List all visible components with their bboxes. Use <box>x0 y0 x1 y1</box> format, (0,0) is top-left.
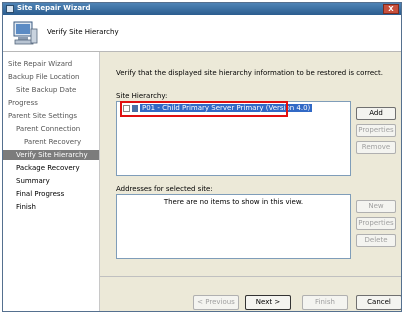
cancel-button[interactable]: Cancel <box>356 295 401 310</box>
app-icon <box>6 5 14 13</box>
step-site-backup-date: Site Backup Date <box>16 86 77 94</box>
delete-address-button[interactable]: Delete <box>356 234 396 247</box>
step-package-recovery: Package Recovery <box>16 164 80 172</box>
step-progress: Progress <box>8 99 38 107</box>
wizard-content: Verify that the displayed site hierarchy… <box>100 52 401 311</box>
step-parent-recovery: Parent Recovery <box>24 138 82 146</box>
step-finish: Finish <box>16 203 36 211</box>
window-title: Site Repair Wizard <box>17 4 91 12</box>
site-hierarchy-label: Site Hierarchy: <box>116 92 168 100</box>
finish-button[interactable]: Finish <box>302 295 348 310</box>
step-verify-site-hierarchy: Verify Site Hierarchy <box>3 150 99 160</box>
step-summary: Summary <box>16 177 50 185</box>
addresses-label: Addresses for selected site: <box>116 185 213 193</box>
previous-button[interactable]: < Previous <box>193 295 239 310</box>
wizard-header: Verify Site Hierarchy <box>3 15 401 52</box>
address-properties-button[interactable]: Properties <box>356 217 396 230</box>
step-site-repair-wizard: Site Repair Wizard <box>8 60 73 68</box>
wizard-window: Site Repair Wizard X Verify Site Hierarc… <box>2 2 402 312</box>
addresses-list[interactable]: There are no items to show in this view. <box>116 194 351 259</box>
addresses-empty-message: There are no items to show in this view. <box>163 198 304 206</box>
add-button[interactable]: Add <box>356 107 396 120</box>
next-button[interactable]: Next > <box>245 295 291 310</box>
wizard-steps-sidebar: Site Repair Wizard Backup File Location … <box>3 52 100 311</box>
instruction-text: Verify that the displayed site hierarchy… <box>116 69 383 77</box>
computer-icon <box>13 21 38 45</box>
step-parent-site-settings: Parent Site Settings <box>8 112 78 120</box>
page-heading: Verify Site Hierarchy <box>47 28 119 36</box>
footer-separator <box>100 276 401 277</box>
step-parent-connection: Parent Connection <box>16 125 81 133</box>
new-address-button[interactable]: New <box>356 200 396 213</box>
step-backup-file-location: Backup File Location <box>8 73 80 81</box>
remove-button[interactable]: Remove <box>356 141 396 154</box>
title-bar[interactable]: Site Repair Wizard X <box>3 3 401 15</box>
step-final-progress: Final Progress <box>16 190 65 198</box>
highlight-box <box>120 101 288 117</box>
close-button[interactable]: X <box>383 4 399 14</box>
hierarchy-properties-button[interactable]: Properties <box>356 124 396 137</box>
